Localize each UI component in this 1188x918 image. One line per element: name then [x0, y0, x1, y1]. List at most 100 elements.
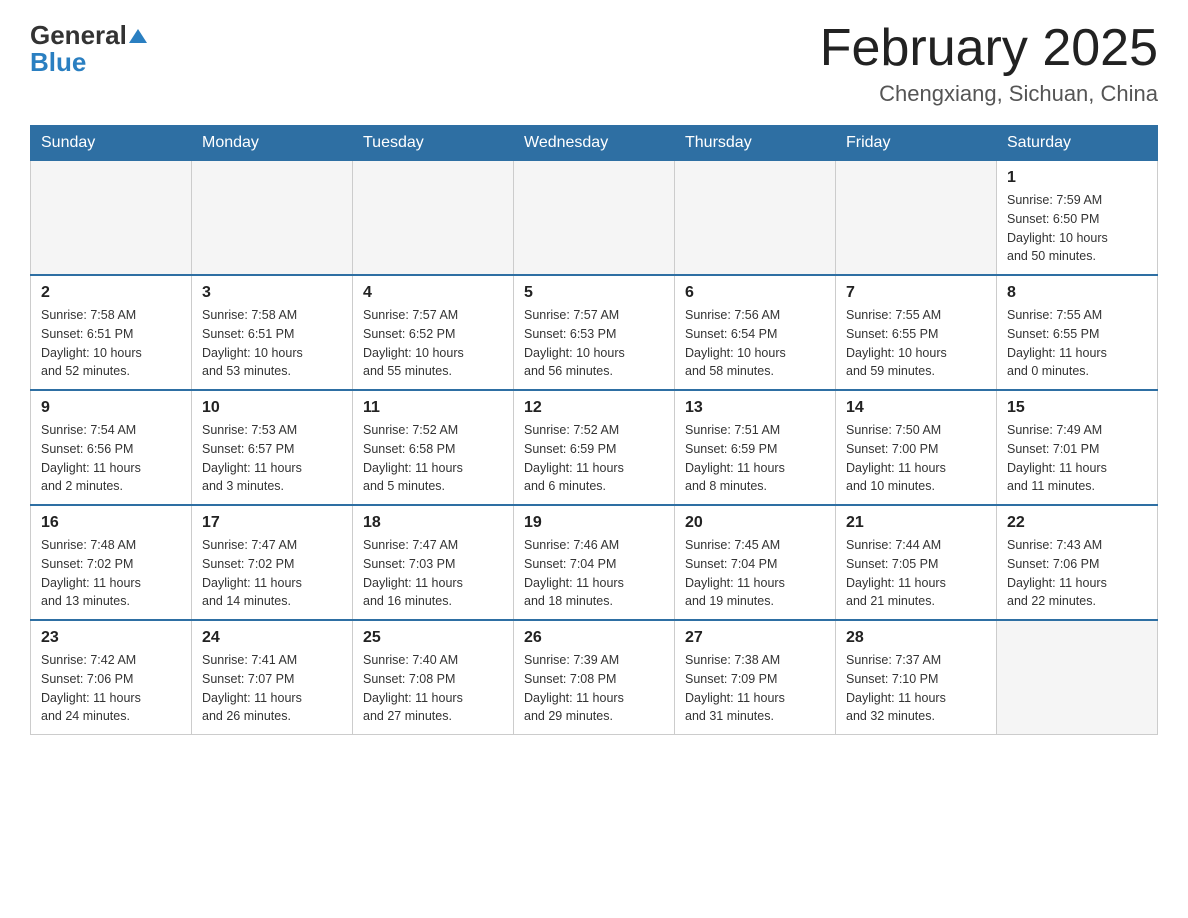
day-info: Sunrise: 7:38 AMSunset: 7:09 PMDaylight:… [685, 651, 825, 726]
day-number: 9 [41, 399, 181, 417]
day-number: 14 [846, 399, 986, 417]
day-number: 20 [685, 514, 825, 532]
location-title: Chengxiang, Sichuan, China [820, 81, 1158, 107]
day-number: 23 [41, 629, 181, 647]
logo-triangle-icon [129, 27, 147, 45]
day-number: 19 [524, 514, 664, 532]
table-row: 16 Sunrise: 7:48 AMSunset: 7:02 PMDayligh… [31, 505, 192, 620]
day-info: Sunrise: 7:48 AMSunset: 7:02 PMDaylight:… [41, 536, 181, 611]
day-number: 22 [1007, 514, 1147, 532]
table-row: 8 Sunrise: 7:55 AMSunset: 6:55 PMDaylight… [997, 275, 1158, 390]
col-wednesday: Wednesday [514, 126, 675, 161]
day-info: Sunrise: 7:56 AMSunset: 6:54 PMDaylight:… [685, 306, 825, 381]
day-number: 1 [1007, 169, 1147, 187]
day-info: Sunrise: 7:49 AMSunset: 7:01 PMDaylight:… [1007, 421, 1147, 496]
table-row: 7 Sunrise: 7:55 AMSunset: 6:55 PMDaylight… [836, 275, 997, 390]
day-number: 24 [202, 629, 342, 647]
day-number: 2 [41, 284, 181, 302]
table-row: 25 Sunrise: 7:40 AMSunset: 7:08 PMDayligh… [353, 620, 514, 735]
day-number: 18 [363, 514, 503, 532]
day-number: 15 [1007, 399, 1147, 417]
day-info: Sunrise: 7:39 AMSunset: 7:08 PMDaylight:… [524, 651, 664, 726]
table-row: 22 Sunrise: 7:43 AMSunset: 7:06 PMDayligh… [997, 505, 1158, 620]
day-number: 3 [202, 284, 342, 302]
table-row [353, 161, 514, 276]
table-row: 6 Sunrise: 7:56 AMSunset: 6:54 PMDaylight… [675, 275, 836, 390]
col-sunday: Sunday [31, 126, 192, 161]
col-friday: Friday [836, 126, 997, 161]
day-info: Sunrise: 7:58 AMSunset: 6:51 PMDaylight:… [202, 306, 342, 381]
table-row: 4 Sunrise: 7:57 AMSunset: 6:52 PMDaylight… [353, 275, 514, 390]
table-row: 11 Sunrise: 7:52 AMSunset: 6:58 PMDayligh… [353, 390, 514, 505]
table-row: 15 Sunrise: 7:49 AMSunset: 7:01 PMDayligh… [997, 390, 1158, 505]
day-number: 28 [846, 629, 986, 647]
day-info: Sunrise: 7:46 AMSunset: 7:04 PMDaylight:… [524, 536, 664, 611]
day-info: Sunrise: 7:55 AMSunset: 6:55 PMDaylight:… [846, 306, 986, 381]
day-number: 11 [363, 399, 503, 417]
day-info: Sunrise: 7:50 AMSunset: 7:00 PMDaylight:… [846, 421, 986, 496]
day-number: 10 [202, 399, 342, 417]
day-info: Sunrise: 7:51 AMSunset: 6:59 PMDaylight:… [685, 421, 825, 496]
table-row: 14 Sunrise: 7:50 AMSunset: 7:00 PMDayligh… [836, 390, 997, 505]
logo-blue: Blue [30, 47, 86, 78]
table-row: 2 Sunrise: 7:58 AMSunset: 6:51 PMDaylight… [31, 275, 192, 390]
day-info: Sunrise: 7:44 AMSunset: 7:05 PMDaylight:… [846, 536, 986, 611]
day-number: 27 [685, 629, 825, 647]
day-info: Sunrise: 7:45 AMSunset: 7:04 PMDaylight:… [685, 536, 825, 611]
table-row: 5 Sunrise: 7:57 AMSunset: 6:53 PMDaylight… [514, 275, 675, 390]
day-number: 17 [202, 514, 342, 532]
day-number: 16 [41, 514, 181, 532]
day-number: 13 [685, 399, 825, 417]
table-row: 10 Sunrise: 7:53 AMSunset: 6:57 PMDayligh… [192, 390, 353, 505]
day-number: 6 [685, 284, 825, 302]
day-number: 26 [524, 629, 664, 647]
day-info: Sunrise: 7:53 AMSunset: 6:57 PMDaylight:… [202, 421, 342, 496]
calendar-header-row: Sunday Monday Tuesday Wednesday Thursday… [31, 126, 1158, 161]
table-row: 19 Sunrise: 7:46 AMSunset: 7:04 PMDayligh… [514, 505, 675, 620]
day-info: Sunrise: 7:52 AMSunset: 6:58 PMDaylight:… [363, 421, 503, 496]
table-row: 21 Sunrise: 7:44 AMSunset: 7:05 PMDayligh… [836, 505, 997, 620]
table-row: 27 Sunrise: 7:38 AMSunset: 7:09 PMDayligh… [675, 620, 836, 735]
day-number: 7 [846, 284, 986, 302]
day-info: Sunrise: 7:59 AMSunset: 6:50 PMDaylight:… [1007, 191, 1147, 266]
day-info: Sunrise: 7:41 AMSunset: 7:07 PMDaylight:… [202, 651, 342, 726]
day-info: Sunrise: 7:40 AMSunset: 7:08 PMDaylight:… [363, 651, 503, 726]
day-info: Sunrise: 7:47 AMSunset: 7:02 PMDaylight:… [202, 536, 342, 611]
day-info: Sunrise: 7:37 AMSunset: 7:10 PMDaylight:… [846, 651, 986, 726]
day-info: Sunrise: 7:58 AMSunset: 6:51 PMDaylight:… [41, 306, 181, 381]
day-info: Sunrise: 7:42 AMSunset: 7:06 PMDaylight:… [41, 651, 181, 726]
day-number: 4 [363, 284, 503, 302]
day-info: Sunrise: 7:43 AMSunset: 7:06 PMDaylight:… [1007, 536, 1147, 611]
day-number: 21 [846, 514, 986, 532]
table-row [192, 161, 353, 276]
table-row: 24 Sunrise: 7:41 AMSunset: 7:07 PMDayligh… [192, 620, 353, 735]
col-tuesday: Tuesday [353, 126, 514, 161]
table-row: 26 Sunrise: 7:39 AMSunset: 7:08 PMDayligh… [514, 620, 675, 735]
table-row: 18 Sunrise: 7:47 AMSunset: 7:03 PMDayligh… [353, 505, 514, 620]
table-row: 20 Sunrise: 7:45 AMSunset: 7:04 PMDayligh… [675, 505, 836, 620]
table-row: 9 Sunrise: 7:54 AMSunset: 6:56 PMDaylight… [31, 390, 192, 505]
calendar-table: Sunday Monday Tuesday Wednesday Thursday… [30, 125, 1158, 735]
table-row: 12 Sunrise: 7:52 AMSunset: 6:59 PMDayligh… [514, 390, 675, 505]
day-number: 5 [524, 284, 664, 302]
day-info: Sunrise: 7:52 AMSunset: 6:59 PMDaylight:… [524, 421, 664, 496]
table-row: 1 Sunrise: 7:59 AMSunset: 6:50 PMDaylight… [997, 161, 1158, 276]
day-info: Sunrise: 7:57 AMSunset: 6:53 PMDaylight:… [524, 306, 664, 381]
day-info: Sunrise: 7:55 AMSunset: 6:55 PMDaylight:… [1007, 306, 1147, 381]
day-info: Sunrise: 7:57 AMSunset: 6:52 PMDaylight:… [363, 306, 503, 381]
day-number: 25 [363, 629, 503, 647]
title-block: February 2025 Chengxiang, Sichuan, China [820, 20, 1158, 107]
table-row: 28 Sunrise: 7:37 AMSunset: 7:10 PMDayligh… [836, 620, 997, 735]
col-saturday: Saturday [997, 126, 1158, 161]
day-number: 12 [524, 399, 664, 417]
day-info: Sunrise: 7:54 AMSunset: 6:56 PMDaylight:… [41, 421, 181, 496]
day-info: Sunrise: 7:47 AMSunset: 7:03 PMDaylight:… [363, 536, 503, 611]
col-monday: Monday [192, 126, 353, 161]
day-number: 8 [1007, 284, 1147, 302]
table-row: 13 Sunrise: 7:51 AMSunset: 6:59 PMDayligh… [675, 390, 836, 505]
table-row [31, 161, 192, 276]
logo: General Blue [30, 20, 147, 78]
col-thursday: Thursday [675, 126, 836, 161]
month-title: February 2025 [820, 20, 1158, 77]
table-row [836, 161, 997, 276]
